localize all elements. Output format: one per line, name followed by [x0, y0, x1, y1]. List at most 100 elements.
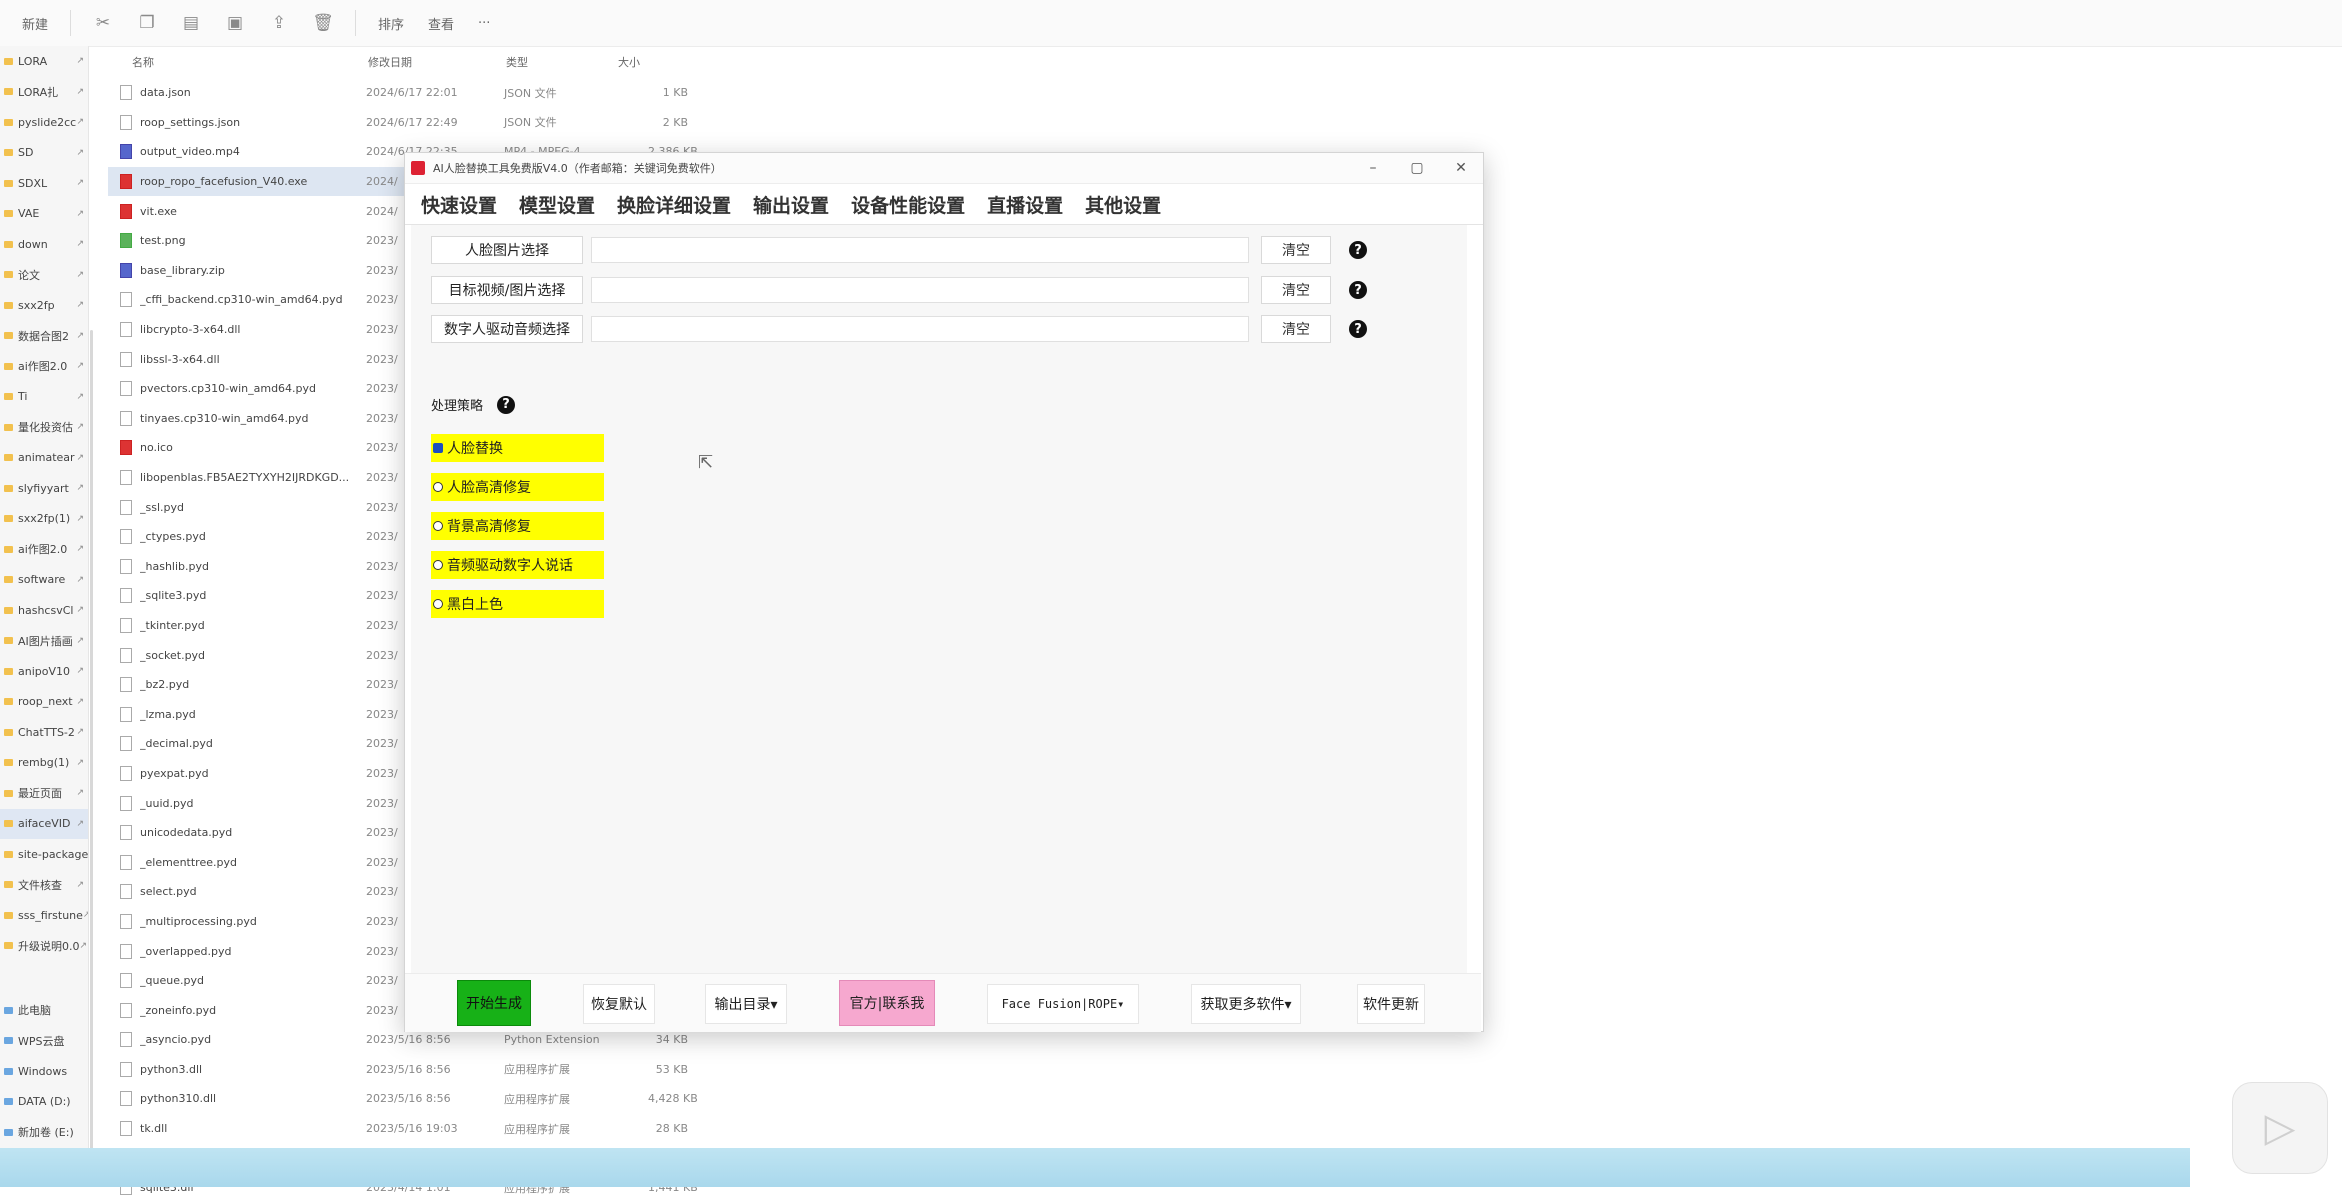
nav-drive-item[interactable]: DATA (D:)	[0, 1087, 88, 1118]
nav-drive-item[interactable]: Windows	[0, 1056, 88, 1087]
nav-item[interactable]: sxx2fp(1) ↗	[0, 504, 88, 535]
drive-icon	[4, 1098, 13, 1106]
start-generate-button[interactable]: 开始生成	[457, 980, 531, 1026]
nav-scrollbar[interactable]	[90, 330, 93, 1170]
column-name[interactable]: 名称	[132, 54, 154, 70]
radio-icon[interactable]	[433, 560, 443, 570]
tab-device-settings[interactable]: 设备性能设置	[851, 191, 965, 224]
nav-item[interactable]: Ti ↗	[0, 382, 88, 413]
column-type[interactable]: 类型	[506, 54, 528, 70]
tab-other-settings[interactable]: 其他设置	[1085, 191, 1161, 224]
nav-drive-item[interactable]: 新加卷 (E:)	[0, 1117, 88, 1148]
nav-item[interactable]: roop_next ↗	[0, 687, 88, 718]
face-image-path-input[interactable]	[591, 237, 1249, 263]
file-row[interactable]: roop_settings.json 2024/6/17 22:49 JSON 文件…	[108, 108, 708, 138]
face-image-clear-button[interactable]: 清空	[1261, 236, 1331, 264]
radio-icon[interactable]	[433, 443, 443, 453]
face-image-select-button[interactable]: 人脸图片选择	[431, 236, 583, 264]
nav-item[interactable]: AI图片插画 ↗	[0, 626, 88, 657]
maximize-button[interactable]: ▢	[1395, 160, 1439, 176]
minimize-button[interactable]: –	[1351, 160, 1395, 176]
cut-icon[interactable]: ✂	[90, 10, 116, 36]
option-face-enhance[interactable]: 人脸高清修复	[431, 473, 604, 501]
nav-item[interactable]: VAE ↗	[0, 199, 88, 230]
more-software-button[interactable]: 获取更多软件▾	[1191, 984, 1301, 1024]
sort-button[interactable]: 排序	[378, 14, 404, 33]
nav-item[interactable]: LORA扎 ↗	[0, 77, 88, 108]
facefusion-rope-button[interactable]: Face Fusion|ROPE▾	[987, 984, 1139, 1024]
tab-swap-detail-settings[interactable]: 换脸详细设置	[617, 191, 731, 224]
tab-model-settings[interactable]: 模型设置	[519, 191, 595, 224]
more-button[interactable]: ···	[478, 16, 490, 31]
audio-clear-button[interactable]: 清空	[1261, 315, 1331, 343]
help-icon[interactable]: ?	[1349, 281, 1367, 299]
software-update-button[interactable]: 软件更新	[1357, 984, 1425, 1024]
help-icon[interactable]: ?	[1349, 320, 1367, 338]
target-video-clear-button[interactable]: 清空	[1261, 276, 1331, 304]
nav-item[interactable]: 升级说明0.0 ↗	[0, 931, 88, 962]
restore-default-button[interactable]: 恢复默认	[583, 984, 655, 1024]
audio-select-button[interactable]: 数字人驱动音频选择	[431, 315, 583, 343]
nav-item[interactable]: 论文 ↗	[0, 260, 88, 291]
help-icon[interactable]: ?	[1349, 241, 1367, 259]
file-row[interactable]: python3.dll 2023/5/16 8:56 应用程序扩展 53 KB	[108, 1055, 708, 1085]
play-icon[interactable]: ▷	[2232, 1082, 2328, 1174]
nav-item[interactable]: sss_firstune ↗	[0, 900, 88, 931]
nav-item[interactable]: down ↗	[0, 229, 88, 260]
nav-item[interactable]: slyfiyyart ↗	[0, 473, 88, 504]
new-button[interactable]: 新建	[22, 14, 48, 33]
nav-item[interactable]: SD ↗	[0, 138, 88, 169]
output-dir-button[interactable]: 输出目录▾	[705, 984, 787, 1024]
nav-item[interactable]: LORA ↗	[0, 46, 88, 77]
nav-item[interactable]: animatear ↗	[0, 443, 88, 474]
delete-icon[interactable]: 🗑	[310, 10, 336, 36]
radio-icon[interactable]	[433, 521, 443, 531]
tab-output-settings[interactable]: 输出设置	[753, 191, 829, 224]
help-icon[interactable]: ?	[497, 395, 516, 414]
radio-icon[interactable]	[433, 599, 443, 609]
option-face-swap[interactable]: 人脸替换	[431, 434, 604, 462]
nav-item[interactable]: site-package↗	[0, 839, 88, 870]
nav-item[interactable]: 文件核查 ↗	[0, 870, 88, 901]
nav-item[interactable]: 最近页面 ↗	[0, 778, 88, 809]
file-row[interactable]: data.json 2024/6/17 22:01 JSON 文件 1 KB	[108, 78, 708, 108]
nav-item[interactable]: sxx2fp ↗	[0, 290, 88, 321]
rename-icon[interactable]: ▣	[222, 10, 248, 36]
nav-item[interactable]: ai作图2.0 ↗	[0, 534, 88, 565]
file-row[interactable]: python310.dll 2023/5/16 8:56 应用程序扩展 4,428 K…	[108, 1084, 708, 1114]
target-video-path-input[interactable]	[591, 277, 1249, 303]
official-contact-button[interactable]: 官方|联系我	[839, 980, 935, 1026]
file-icon	[120, 558, 132, 574]
nav-item[interactable]: rembg(1) ↗	[0, 748, 88, 779]
share-icon[interactable]: ⇪	[266, 10, 292, 36]
nav-item[interactable]: hashcsvCl ↗	[0, 595, 88, 626]
tab-bar: 快速设置 模型设置 换脸详细设置 输出设置 设备性能设置 直播设置 其他设置	[405, 184, 1483, 225]
nav-item[interactable]: software ↗	[0, 565, 88, 596]
nav-drive-item[interactable]: WPS云盘	[0, 1026, 88, 1057]
copy-icon[interactable]: ❐	[134, 10, 160, 36]
file-row[interactable]: roop_ropo_facefusion_V40.exe 2024/	[108, 166, 408, 197]
nav-item[interactable]: ChatTTS-2 ↗	[0, 717, 88, 748]
file-row[interactable]: tk.dll 2023/5/16 19:03 应用程序扩展 28 KB	[108, 1114, 708, 1144]
option-colorize[interactable]: 黑白上色	[431, 590, 604, 618]
view-button[interactable]: 查看	[428, 14, 454, 33]
option-audio-driven-avatar[interactable]: 音频驱动数字人说话	[431, 551, 604, 579]
nav-item[interactable]: SDXL ↗	[0, 168, 88, 199]
nav-item[interactable]: anipoV10 ↗	[0, 656, 88, 687]
tab-quick-settings[interactable]: 快速设置	[421, 191, 497, 224]
target-video-select-button[interactable]: 目标视频/图片选择	[431, 276, 583, 304]
column-size[interactable]: 大小	[618, 54, 640, 70]
paste-icon[interactable]: ▤	[178, 10, 204, 36]
nav-item[interactable]: aifaceVID ↗	[0, 808, 88, 839]
nav-item[interactable]: pyslide2cc ↗	[0, 107, 88, 138]
tab-live-settings[interactable]: 直播设置	[987, 191, 1063, 224]
nav-drive-item[interactable]: 此电脑	[0, 995, 88, 1026]
nav-item[interactable]: 量化投资估 ↗	[0, 412, 88, 443]
nav-item[interactable]: ai作图2.0 ↗	[0, 351, 88, 382]
close-button[interactable]: ✕	[1439, 160, 1483, 176]
radio-icon[interactable]	[433, 482, 443, 492]
column-date[interactable]: 修改日期	[368, 54, 412, 70]
option-background-enhance[interactable]: 背景高清修复	[431, 512, 604, 540]
nav-item[interactable]: 数据合图2 ↗	[0, 321, 88, 352]
audio-path-input[interactable]	[591, 316, 1249, 342]
